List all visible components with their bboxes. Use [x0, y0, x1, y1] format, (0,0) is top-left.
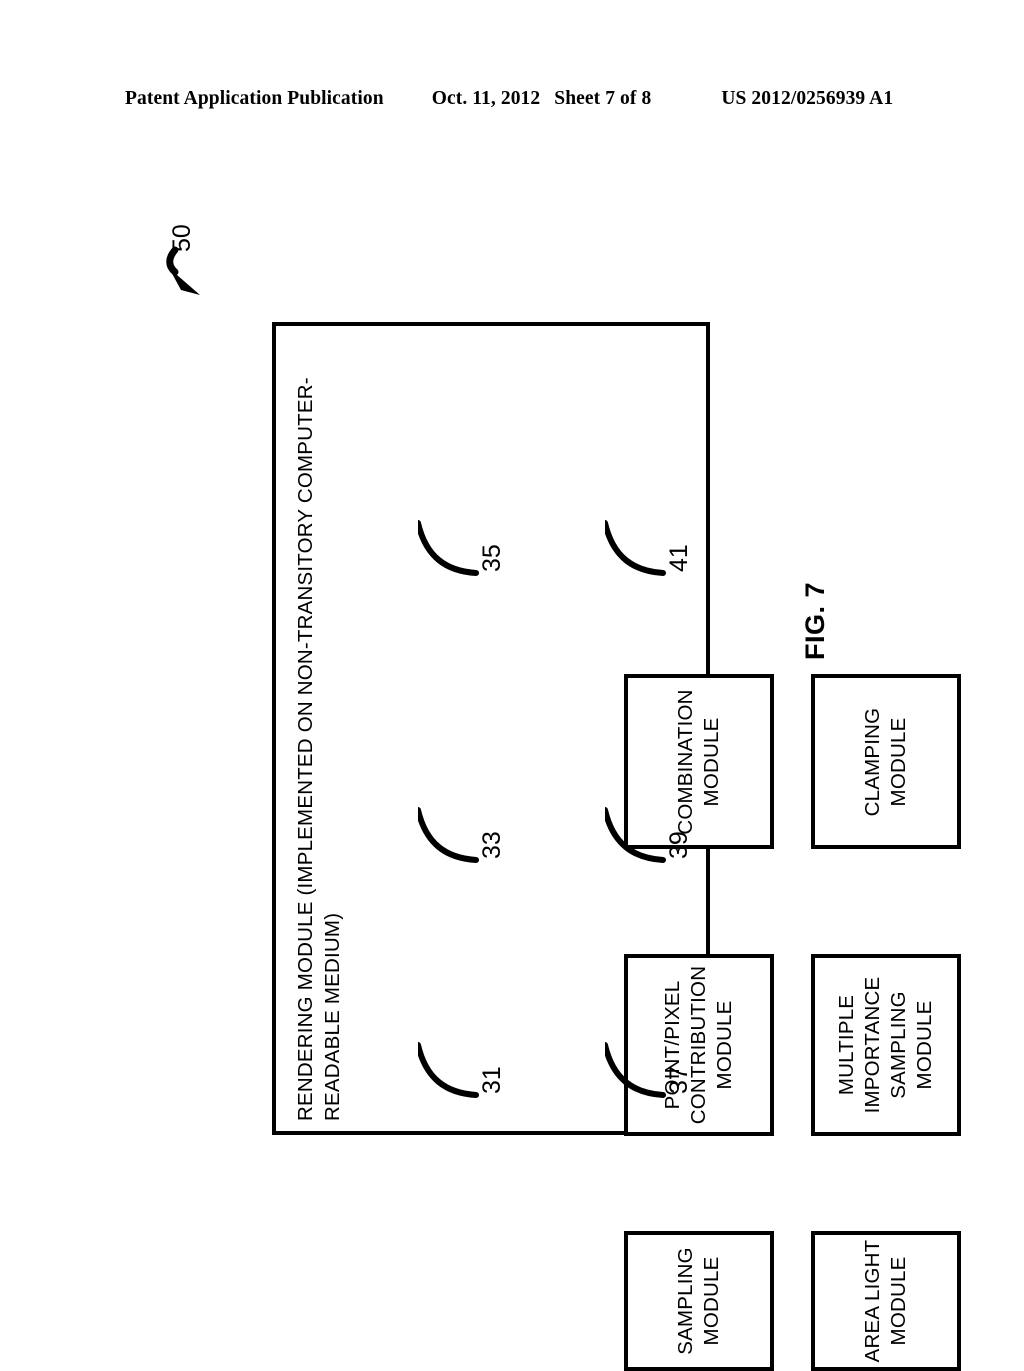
- header-publication-number: US 2012/0256939 A1: [721, 88, 894, 109]
- header-sheet-text: Sheet 7 of 8: [554, 88, 652, 109]
- header-publication-text: Patent Application Publication: [125, 88, 384, 109]
- module-line: SAMPLING: [674, 1247, 697, 1355]
- module-label-clamping: CLAMPING MODULE: [860, 707, 912, 816]
- reference-numeral-41: 41: [665, 544, 693, 572]
- module-label-multiple-importance-sampling: MULTIPLE IMPORTANCE SAMPLING MODULE: [834, 977, 938, 1114]
- module-box-clamping[interactable]: CLAMPING MODULE: [811, 674, 961, 849]
- rendering-module-container: RENDERING MODULE (IMPLEMENTED ON NON-TRA…: [272, 322, 961, 1371]
- module-line: MODULE: [913, 1000, 936, 1090]
- module-line: MODULE: [713, 1000, 736, 1090]
- reference-numeral-31: 31: [478, 1066, 506, 1094]
- module-label-sampling: SAMPLING MODULE: [673, 1247, 725, 1355]
- module-box-area-light[interactable]: AREA LIGHT MODULE: [811, 1231, 961, 1371]
- figure-caption: FIG. 7: [800, 581, 830, 660]
- header-date-text: Oct. 11, 2012: [431, 88, 541, 109]
- module-line: COMBINATION: [674, 688, 697, 835]
- module-line: SAMPLING: [887, 991, 910, 1099]
- rendering-module-title-line-1: RENDERING MODULE (IMPLEMENTED ON NON-TRA…: [294, 377, 317, 1121]
- module-box-multiple-importance-sampling[interactable]: MULTIPLE IMPORTANCE SAMPLING MODULE: [811, 954, 961, 1136]
- module-line: MODULE: [887, 717, 910, 806]
- module-line: CLAMPING: [861, 707, 884, 816]
- module-line: POINT/PIXEL: [661, 980, 684, 1110]
- patent-header: Patent Application Publication Oct. 11, …: [125, 88, 900, 116]
- module-label-combination: COMBINATION MODULE: [673, 689, 725, 834]
- module-box-combination[interactable]: COMBINATION MODULE: [624, 674, 774, 849]
- reference-numeral-37: 37: [665, 1066, 693, 1094]
- module-line: CONTRIBUTION: [687, 965, 710, 1125]
- module-line: MODULE: [700, 717, 723, 806]
- module-line: MODULE: [700, 1256, 723, 1346]
- module-line: MODULE: [887, 1256, 910, 1346]
- module-box-sampling[interactable]: SAMPLING MODULE: [624, 1231, 774, 1371]
- module-label-area-light: AREA LIGHT MODULE: [860, 1240, 912, 1363]
- rendering-module-title: RENDERING MODULE (IMPLEMENTED ON NON-TRA…: [292, 331, 346, 1121]
- module-label-point-pixel-contribution: POINT/PIXEL CONTRIBUTION MODULE: [660, 966, 738, 1124]
- reference-numeral-39: 39: [665, 831, 693, 859]
- rendering-module-title-line-2: READABLE MEDIUM): [321, 912, 344, 1121]
- module-line: AREA LIGHT: [861, 1239, 884, 1363]
- module-line: MULTIPLE: [835, 994, 858, 1096]
- reference-numeral-35: 35: [478, 544, 506, 572]
- reference-numeral-33: 33: [478, 831, 506, 859]
- module-box-point-pixel-contribution[interactable]: POINT/PIXEL CONTRIBUTION MODULE: [624, 954, 774, 1136]
- module-line: IMPORTANCE: [861, 976, 884, 1114]
- leader-arrow-icon: [166, 246, 200, 295]
